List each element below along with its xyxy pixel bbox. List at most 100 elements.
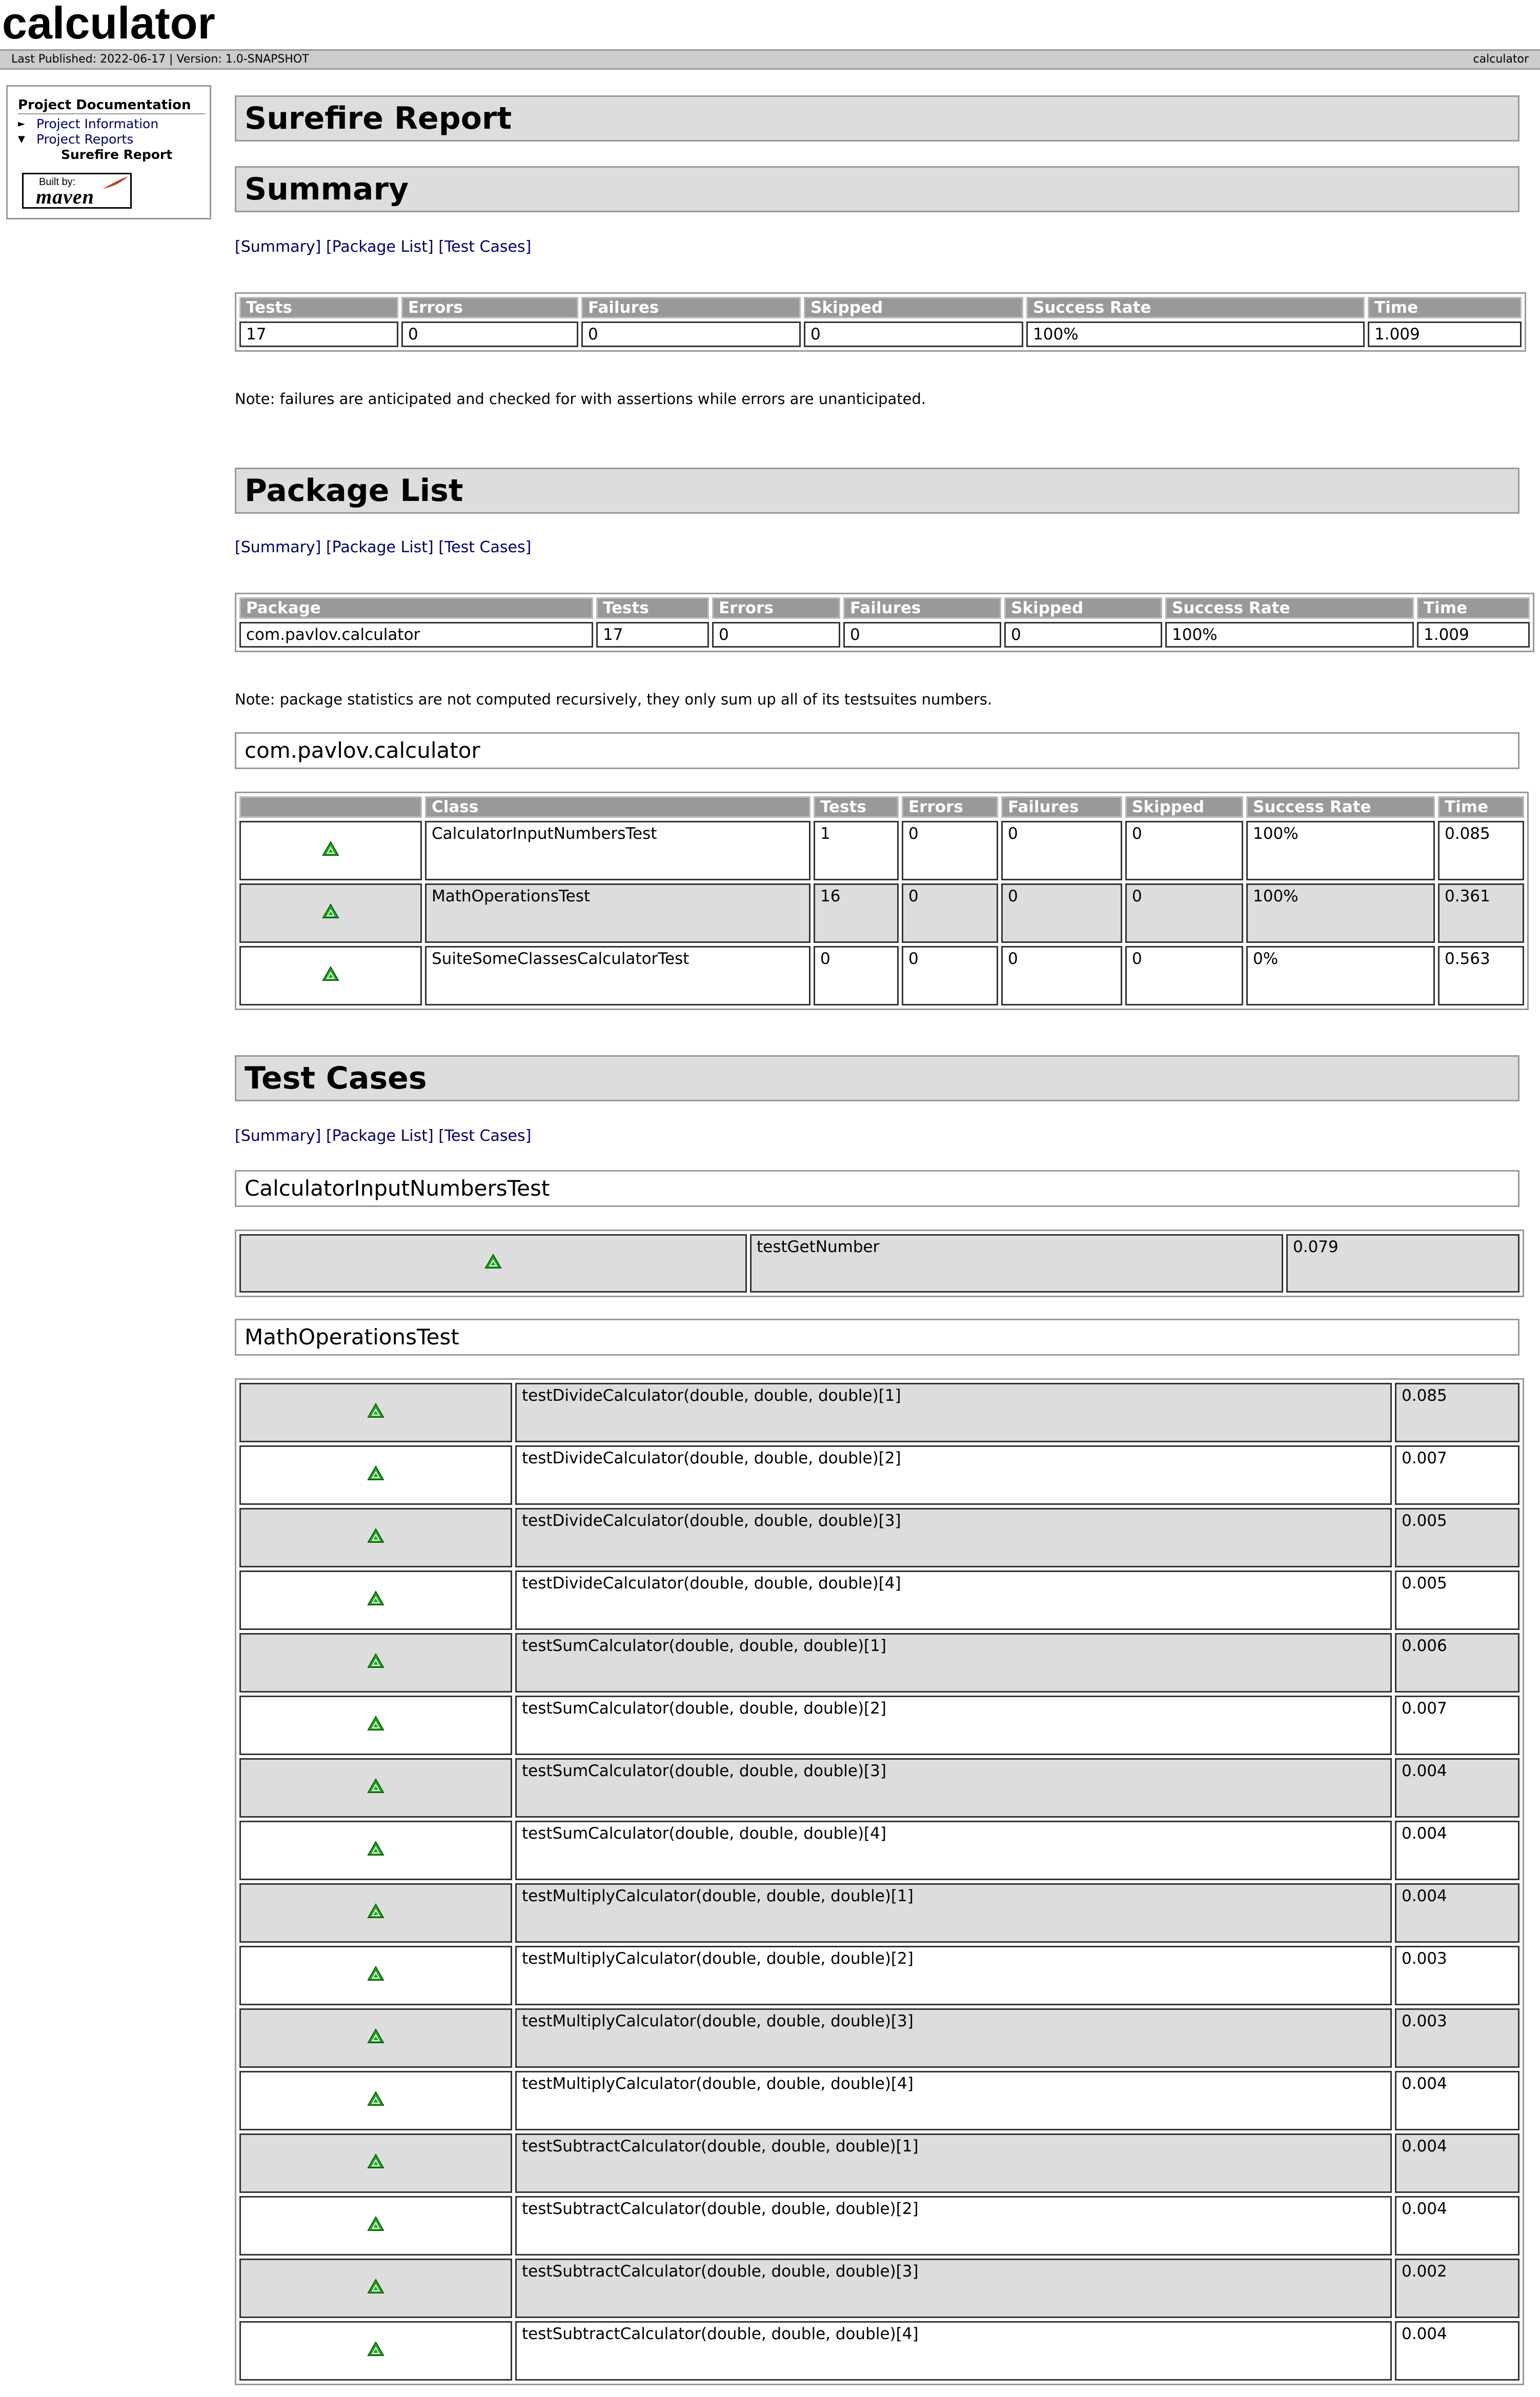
status-cell bbox=[239, 2196, 512, 2255]
nav-item-project-information[interactable]: Project Information bbox=[36, 116, 158, 132]
table-cell: 0.004 bbox=[1395, 2071, 1519, 2130]
table-cell: 0 bbox=[1001, 821, 1122, 880]
test-case-row: testDivideCalculator(double, double, dou… bbox=[239, 1570, 1519, 1630]
table-cell: SuiteSomeClassesCalculatorTest bbox=[425, 946, 810, 1005]
status-cell bbox=[239, 1234, 747, 1293]
link-test-cases[interactable]: [Test Cases] bbox=[438, 538, 531, 556]
table-cell: 0.085 bbox=[1395, 1383, 1519, 1442]
feather-icon bbox=[103, 176, 128, 189]
table-cell: 0.085 bbox=[1438, 821, 1524, 880]
table-cell: 0.004 bbox=[1395, 1883, 1519, 1943]
column-header: Package bbox=[239, 597, 593, 619]
column-header: Time bbox=[1438, 796, 1524, 818]
table-cell: 0.007 bbox=[1395, 1696, 1519, 1755]
package-name-heading: com.pavlov.calculator bbox=[235, 732, 1519, 769]
status-cell bbox=[239, 2259, 512, 2318]
test-case-row: testMultiplyCalculator(double, double, d… bbox=[239, 1946, 1519, 2005]
section-links: [Summary] [Package List] [Test Cases] bbox=[235, 237, 531, 257]
summary-table: Tests Errors Failures Skipped Success Rate Ti… bbox=[235, 292, 1526, 352]
column-header: Class bbox=[425, 796, 810, 818]
table-cell: 0% bbox=[1246, 946, 1435, 1005]
table-cell: testDivideCalculator(double, double, dou… bbox=[515, 1445, 1392, 1505]
table-cell: 0.004 bbox=[1395, 1758, 1519, 1818]
test-case-row: testDivideCalculator(double, double, dou… bbox=[239, 1383, 1519, 1442]
nav-item-project-reports[interactable]: Project Reports bbox=[36, 132, 133, 147]
package-row: com.pavlov.calculator 17 0 0 0 100% 1.009 bbox=[239, 622, 1530, 648]
table-cell: testMultiplyCalculator(double, double, d… bbox=[515, 2008, 1392, 2068]
table-cell: testSubtractCalculator(double, double, d… bbox=[515, 2133, 1392, 2193]
triangle-right-icon[interactable]: ► bbox=[18, 116, 25, 132]
test-case-row: testSubtractCalculator(double, double, d… bbox=[239, 2259, 1519, 2318]
status-cell bbox=[239, 2071, 512, 2130]
table-cell: 0.005 bbox=[1395, 1570, 1519, 1630]
suite-heading: MathOperationsTest bbox=[235, 1319, 1519, 1356]
nav-heading: Project Documentation bbox=[18, 97, 205, 114]
success-icon bbox=[367, 1528, 384, 1547]
built-by-maven-logo[interactable]: Built by: maven bbox=[22, 173, 132, 209]
table-cell: 0.079 bbox=[1286, 1234, 1519, 1293]
column-header: Tests bbox=[239, 297, 398, 318]
table-cell: 0.004 bbox=[1395, 2133, 1519, 2193]
table-cell: 100% bbox=[1026, 321, 1365, 347]
table-cell: 0 bbox=[804, 321, 1023, 347]
column-header: Skipped bbox=[1004, 597, 1162, 619]
status-cell bbox=[239, 2008, 512, 2068]
summary-note: Note: failures are anticipated and check… bbox=[235, 390, 926, 408]
test-case-row: testSubtractCalculator(double, double, d… bbox=[239, 2321, 1519, 2381]
link-test-cases[interactable]: [Test Cases] bbox=[438, 238, 531, 256]
status-cell bbox=[239, 1758, 512, 1818]
success-icon bbox=[367, 1903, 384, 1923]
banner: calculator bbox=[0, 0, 1540, 49]
table-cell: testMultiplyCalculator(double, double, d… bbox=[515, 1946, 1392, 2005]
table-cell: 0.005 bbox=[1395, 1508, 1519, 1567]
column-header: Tests bbox=[814, 796, 899, 818]
status-cell bbox=[239, 1883, 512, 1943]
column-header: Skipped bbox=[804, 297, 1023, 318]
status-cell bbox=[239, 883, 422, 943]
table-cell: 0.004 bbox=[1395, 2321, 1519, 2381]
link-package-list[interactable]: [Package List] bbox=[326, 538, 434, 556]
link-summary[interactable]: [Summary] bbox=[235, 538, 321, 556]
table-cell: 17 bbox=[596, 622, 709, 648]
status-cell bbox=[239, 1508, 512, 1567]
test-case-row: testSumCalculator(double, double, double… bbox=[239, 1633, 1519, 1693]
link-summary[interactable]: [Summary] bbox=[235, 238, 321, 256]
test-case-row: testMultiplyCalculator(double, double, d… bbox=[239, 2008, 1519, 2068]
table-cell: 0.563 bbox=[1438, 946, 1524, 1005]
column-header: Success Rate bbox=[1246, 796, 1435, 818]
test-case-table: testDivideCalculator(double, double, dou… bbox=[235, 1378, 1524, 2385]
class-row: MathOperationsTest 16 0 0 0 100% 0.361 bbox=[239, 883, 1524, 943]
table-cell: testSubtractCalculator(double, double, d… bbox=[515, 2196, 1392, 2255]
class-header-row: Class Tests Errors Failures Skipped Success R… bbox=[239, 796, 1524, 818]
column-header: Errors bbox=[712, 597, 840, 619]
table-cell: testDivideCalculator(double, double, dou… bbox=[515, 1570, 1392, 1630]
column-header bbox=[239, 796, 422, 818]
test-case-row: testMultiplyCalculator(double, double, d… bbox=[239, 1883, 1519, 1943]
link-summary[interactable]: [Summary] bbox=[235, 1127, 321, 1145]
column-header: Time bbox=[1417, 597, 1530, 619]
test-case-row: testDivideCalculator(double, double, dou… bbox=[239, 1445, 1519, 1505]
success-icon bbox=[367, 2216, 384, 2235]
table-cell: 100% bbox=[1165, 622, 1414, 648]
class-row: CalculatorInputNumbersTest 1 0 0 0 100% 0.085 bbox=[239, 821, 1524, 880]
table-cell: 0 bbox=[902, 946, 998, 1005]
status-cell bbox=[239, 821, 422, 880]
summary-header-row: Tests Errors Failures Skipped Success Rate Ti… bbox=[239, 297, 1522, 318]
breadcrumb-project-link[interactable]: calculator bbox=[1473, 51, 1529, 68]
link-package-list[interactable]: [Package List] bbox=[326, 1127, 434, 1145]
column-header: Tests bbox=[596, 597, 709, 619]
table-cell: testMultiplyCalculator(double, double, d… bbox=[515, 2071, 1392, 2130]
table-cell: 0 bbox=[1125, 883, 1243, 943]
link-package-list[interactable]: [Package List] bbox=[326, 238, 434, 256]
summary-row: 17 0 0 0 100% 1.009 bbox=[239, 321, 1522, 347]
triangle-down-icon[interactable]: ▼ bbox=[18, 132, 25, 147]
table-cell: 0.361 bbox=[1438, 883, 1524, 943]
table-cell: testSumCalculator(double, double, double… bbox=[515, 1696, 1392, 1755]
column-header: Success Rate bbox=[1165, 597, 1414, 619]
link-test-cases[interactable]: [Test Cases] bbox=[438, 1127, 531, 1145]
test-case-row: testSubtractCalculator(double, double, d… bbox=[239, 2196, 1519, 2255]
success-icon bbox=[367, 1403, 384, 1422]
package-list-heading: Package List bbox=[235, 468, 1519, 514]
table-cell: 0 bbox=[1125, 946, 1243, 1005]
success-icon bbox=[322, 903, 339, 923]
